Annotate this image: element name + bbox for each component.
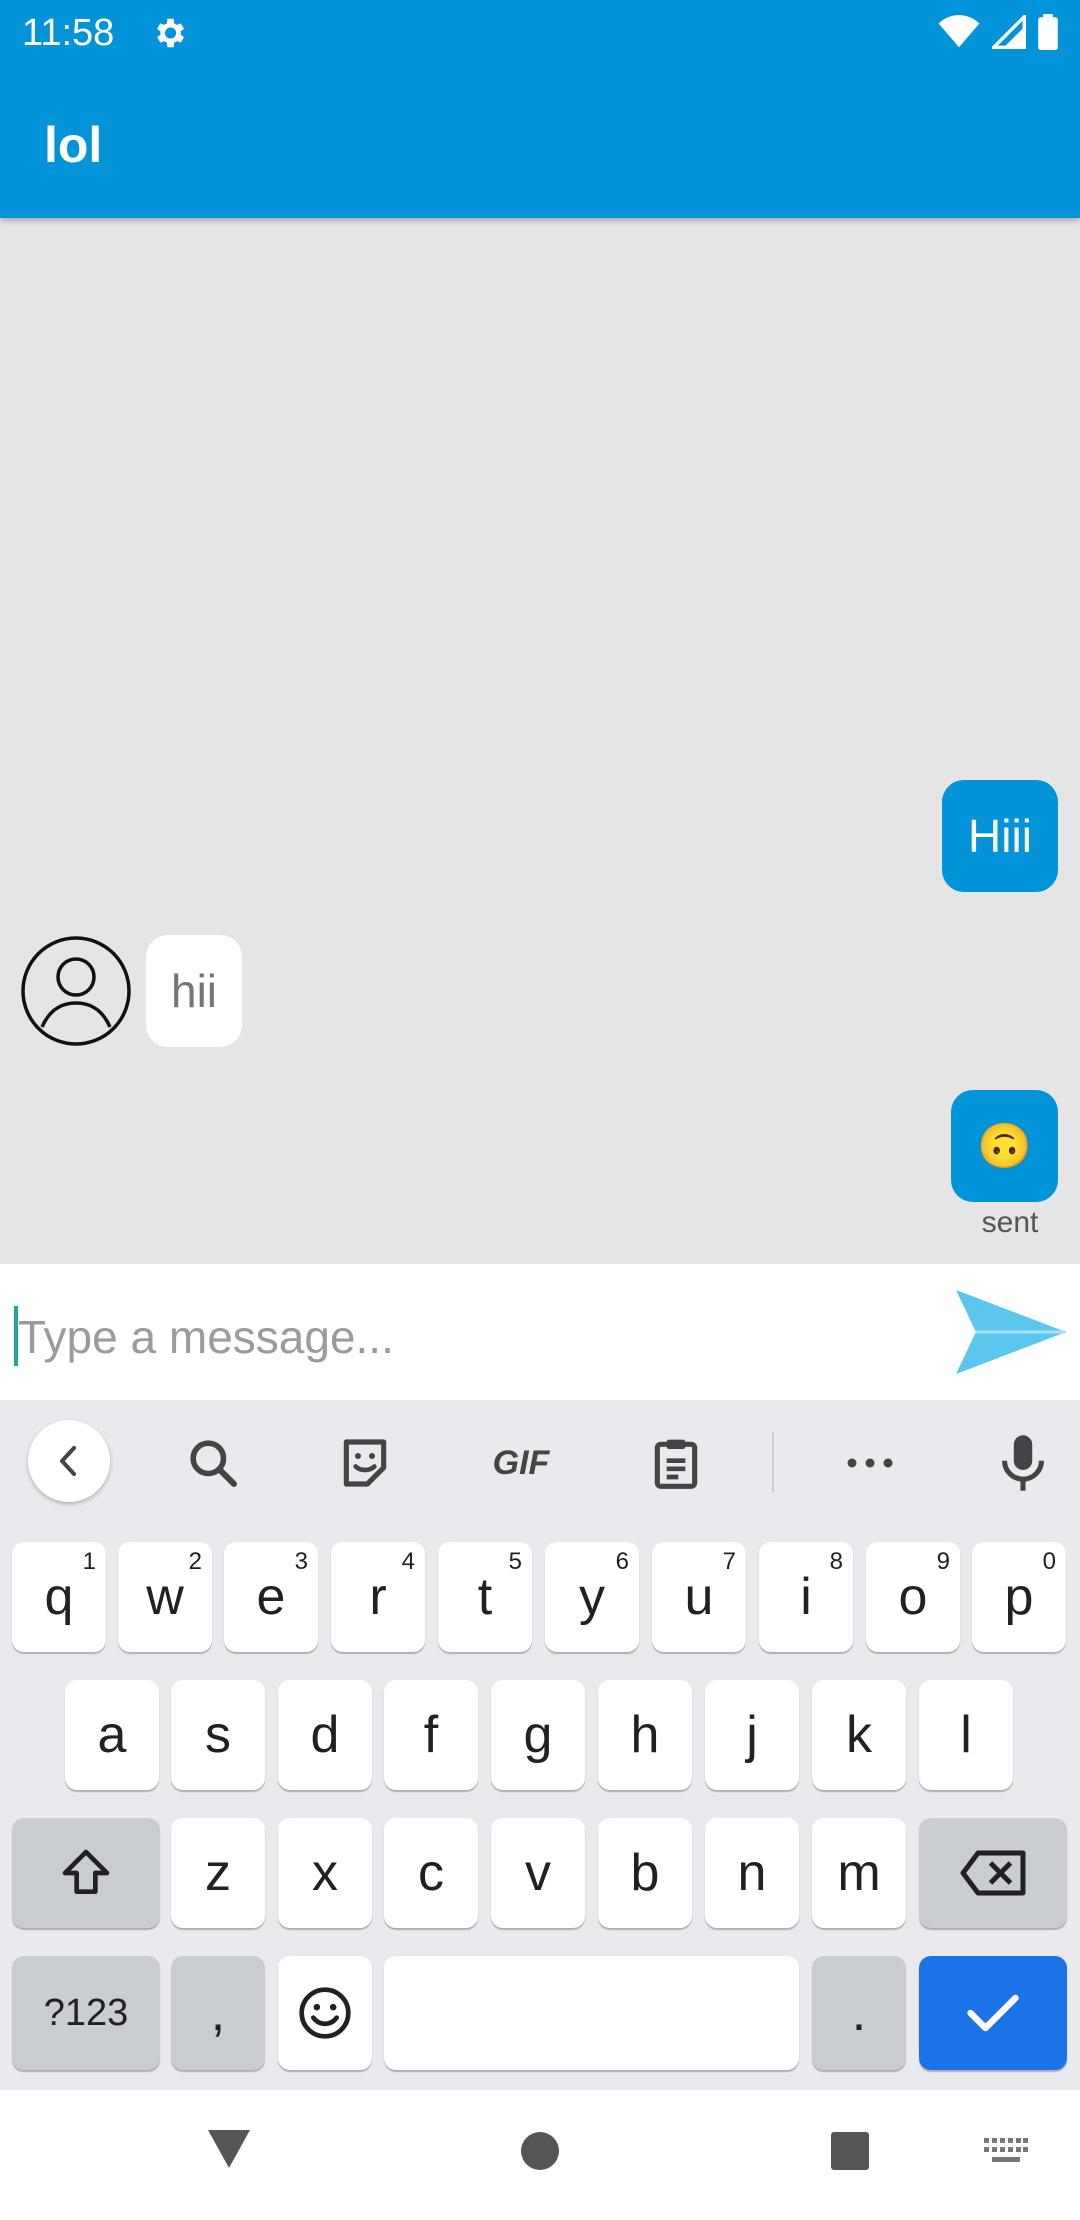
send-icon (956, 1290, 1066, 1374)
keyboard-back-button[interactable] (28, 1420, 110, 1502)
wifi-icon (938, 15, 980, 48)
key-label: u (684, 1568, 714, 1626)
shift-icon (62, 1849, 110, 1894)
key-v[interactable]: v (491, 1818, 585, 1928)
key-n[interactable]: n (705, 1818, 799, 1928)
search-icon[interactable] (178, 1428, 248, 1498)
key-hint: 9 (936, 1548, 950, 1575)
send-button[interactable] (950, 1280, 1070, 1384)
gear-icon (150, 14, 188, 52)
key-f[interactable]: f (384, 1680, 478, 1790)
key-b[interactable]: b (598, 1818, 692, 1928)
backspace-icon (960, 1850, 1026, 1896)
key-label: i (800, 1568, 812, 1626)
key-w[interactable]: w2 (118, 1542, 212, 1652)
key-g[interactable]: g (491, 1680, 585, 1790)
key-hint: 6 (615, 1548, 629, 1575)
emoji-icon (299, 1987, 351, 2039)
message-status: sent (981, 1206, 1039, 1239)
key-r[interactable]: r4 (331, 1542, 425, 1652)
check-icon (967, 1994, 1019, 2032)
page-title: lol (44, 117, 103, 173)
key-hint: 8 (829, 1548, 843, 1575)
key-p[interactable]: p0 (972, 1542, 1066, 1652)
key-m[interactable]: m (812, 1818, 906, 1928)
message-bubble-outgoing[interactable]: 🙃 (951, 1090, 1058, 1202)
message-input[interactable] (16, 1296, 920, 1378)
key-t[interactable]: t5 (438, 1542, 532, 1652)
enter-key[interactable] (919, 1956, 1067, 2070)
key-q[interactable]: q1 (12, 1542, 106, 1652)
key-hint: 2 (188, 1548, 202, 1575)
period-key[interactable]: . (812, 1956, 906, 2070)
key-hint: 1 (82, 1548, 96, 1575)
key-hint: 0 (1042, 1548, 1056, 1575)
key-u[interactable]: u7 (652, 1542, 746, 1652)
signal-icon (992, 15, 1026, 49)
symbols-key[interactable]: ?123 (12, 1956, 160, 2070)
mic-icon[interactable] (988, 1428, 1058, 1498)
key-label: o (898, 1568, 928, 1626)
nav-recents-icon[interactable] (830, 2131, 870, 2176)
key-o[interactable]: o9 (866, 1542, 960, 1652)
text-cursor (14, 1306, 18, 1366)
nav-home-icon[interactable] (520, 2131, 560, 2176)
keyboard-switch-icon[interactable] (984, 2138, 1028, 2173)
key-l[interactable]: l (919, 1680, 1013, 1790)
key-label: t (477, 1568, 493, 1626)
key-d[interactable]: d (278, 1680, 372, 1790)
space-key[interactable] (384, 1956, 799, 2070)
key-label: q (44, 1568, 74, 1626)
battery-icon (1038, 14, 1058, 50)
emoji-key[interactable] (278, 1956, 372, 2070)
key-label: y (579, 1568, 605, 1626)
back-icon (60, 1446, 76, 1476)
key-label: w (146, 1568, 184, 1626)
key-j[interactable]: j (705, 1680, 799, 1790)
comma-key[interactable]: , (171, 1956, 265, 2070)
key-i[interactable]: i8 (759, 1542, 853, 1652)
key-e[interactable]: e3 (224, 1542, 318, 1652)
key-c[interactable]: c (384, 1818, 478, 1928)
key-hint: 4 (401, 1548, 415, 1575)
clipboard-icon[interactable] (641, 1428, 711, 1498)
status-time: 11:58 (22, 12, 115, 54)
sticker-icon[interactable] (330, 1428, 400, 1498)
key-label: e (256, 1568, 286, 1626)
key-hint: 3 (294, 1548, 308, 1575)
key-x[interactable]: x (278, 1818, 372, 1928)
key-k[interactable]: k (812, 1680, 906, 1790)
message-bubble-incoming[interactable]: hii (146, 935, 242, 1047)
key-h[interactable]: h (598, 1680, 692, 1790)
key-hint: 7 (722, 1548, 736, 1575)
status-icons (938, 12, 1058, 52)
more-icon[interactable] (835, 1428, 905, 1498)
shift-key[interactable] (12, 1818, 160, 1928)
key-a[interactable]: a (65, 1680, 159, 1790)
key-hint: 5 (508, 1548, 522, 1575)
toolbar-divider (772, 1432, 774, 1492)
key-y[interactable]: y6 (545, 1542, 639, 1652)
key-s[interactable]: s (171, 1680, 265, 1790)
key-z[interactable]: z (171, 1818, 265, 1928)
key-label: r (369, 1568, 387, 1626)
gif-button[interactable]: GIF (484, 1428, 558, 1498)
backspace-key[interactable] (919, 1818, 1067, 1928)
message-bubble-outgoing[interactable]: Hiii (942, 780, 1058, 892)
avatar[interactable] (20, 935, 132, 1047)
nav-back-icon[interactable] (206, 2128, 252, 2175)
key-label: p (1004, 1568, 1034, 1626)
